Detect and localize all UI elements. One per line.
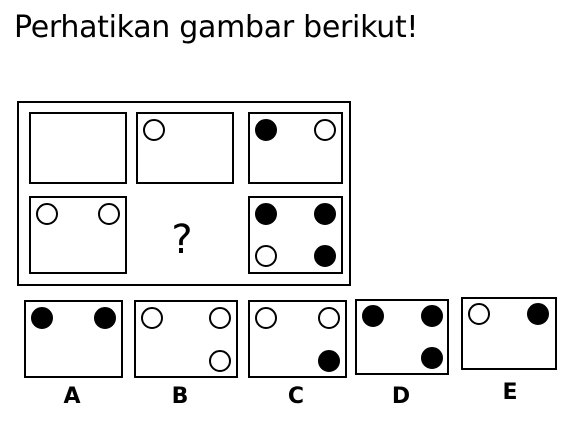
missing-cell-question-mark: ? — [171, 217, 193, 263]
grid-cell-r1c2 — [136, 112, 234, 184]
option-c-box[interactable] — [248, 300, 347, 378]
hollow-circle-icon — [209, 307, 231, 329]
hollow-circle-icon — [314, 119, 336, 141]
filled-circle-icon — [94, 307, 116, 329]
pattern-grid: ? — [17, 101, 351, 286]
option-a-label: A — [63, 384, 81, 409]
hollow-circle-icon — [98, 203, 120, 225]
hollow-circle-icon — [468, 303, 490, 325]
hollow-circle-icon — [143, 119, 165, 141]
filled-circle-icon — [421, 305, 443, 327]
filled-circle-icon — [255, 119, 277, 141]
option-d-box[interactable] — [355, 299, 449, 375]
option-d-label: D — [391, 384, 411, 409]
hollow-circle-icon — [255, 307, 277, 329]
hollow-circle-icon — [141, 307, 163, 329]
grid-cell-r2c1 — [29, 196, 127, 274]
filled-circle-icon — [255, 203, 277, 225]
option-b-label: B — [171, 384, 189, 409]
filled-circle-icon — [314, 203, 336, 225]
option-c-label: C — [287, 384, 305, 409]
hollow-circle-icon — [36, 203, 58, 225]
filled-circle-icon — [314, 245, 336, 267]
grid-cell-r1c3 — [248, 112, 343, 184]
question-title: Perhatikan gambar berikut! — [14, 10, 419, 45]
filled-circle-icon — [421, 347, 443, 369]
grid-cell-r2c3 — [248, 196, 343, 274]
hollow-circle-icon — [255, 245, 277, 267]
hollow-circle-icon — [209, 350, 231, 372]
filled-circle-icon — [31, 307, 53, 329]
filled-circle-icon — [527, 303, 549, 325]
option-e-label: E — [502, 380, 518, 405]
filled-circle-icon — [318, 350, 340, 372]
hollow-circle-icon — [318, 307, 340, 329]
option-a-box[interactable] — [24, 300, 123, 378]
grid-cell-r1c1 — [29, 112, 127, 184]
option-e-box[interactable] — [461, 297, 557, 370]
option-b-box[interactable] — [134, 300, 238, 378]
filled-circle-icon — [362, 305, 384, 327]
